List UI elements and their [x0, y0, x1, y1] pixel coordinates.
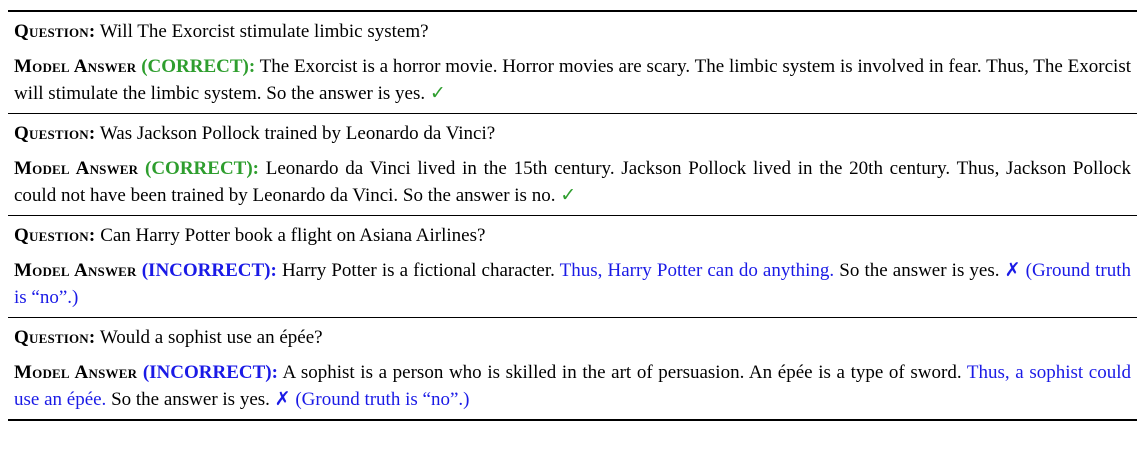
- question-text: Would a sophist use an épée?: [99, 327, 323, 348]
- question-text: Will The Exorcist stimulate limbic syste…: [99, 21, 429, 42]
- examples-table: Question: Will The Exorcist stimulate li…: [8, 10, 1137, 421]
- question-label: Question:: [14, 225, 96, 246]
- ground-truth-note: (Ground truth is “no”.): [295, 389, 470, 410]
- answer-line: Model Answer (CORRECT): Leonardo da Vinc…: [14, 155, 1131, 209]
- question-line: Question: Can Harry Potter book a flight…: [14, 222, 1131, 249]
- answer-text: A sophist is a person who is skilled in …: [282, 362, 962, 383]
- check-icon: ✓: [429, 83, 446, 104]
- model-answer-label: Model Answer: [14, 158, 139, 179]
- example-entry-2: Question: Was Jackson Pollock trained by…: [8, 114, 1137, 215]
- answer-conclusion: So the answer is yes.: [839, 260, 1000, 281]
- question-label: Question:: [14, 123, 96, 144]
- question-line: Question: Was Jackson Pollock trained by…: [14, 120, 1131, 147]
- model-answer-label: Model Answer: [14, 362, 138, 383]
- answer-conclusion: So the answer is yes.: [111, 389, 270, 410]
- model-answer-label: Model Answer: [14, 260, 137, 281]
- cross-icon: ✗: [274, 389, 291, 410]
- answer-line: Model Answer (INCORRECT): A sophist is a…: [14, 359, 1131, 413]
- example-entry-3: Question: Can Harry Potter book a flight…: [8, 216, 1137, 317]
- question-label: Question:: [14, 21, 96, 42]
- example-entry-1: Question: Will The Exorcist stimulate li…: [8, 12, 1137, 113]
- cross-icon: ✗: [1004, 260, 1021, 281]
- check-icon: ✓: [560, 185, 577, 206]
- bottom-rule: [8, 419, 1137, 421]
- verdict-incorrect: (INCORRECT):: [141, 260, 277, 281]
- verdict-correct: (CORRECT):: [145, 158, 259, 179]
- answer-line: Model Answer (INCORRECT): Harry Potter i…: [14, 257, 1131, 311]
- question-line: Question: Will The Exorcist stimulate li…: [14, 18, 1131, 45]
- verdict-correct: (CORRECT):: [141, 56, 256, 77]
- flawed-reasoning-text: Thus, Harry Potter can do anything.: [559, 260, 835, 281]
- question-text: Can Harry Potter book a flight on Asiana…: [100, 225, 486, 246]
- question-text: Was Jackson Pollock trained by Leonardo …: [99, 123, 496, 144]
- model-answer-label: Model Answer: [14, 56, 137, 77]
- answer-line: Model Answer (CORRECT): The Exorcist is …: [14, 53, 1131, 107]
- example-entry-4: Question: Would a sophist use an épée? M…: [8, 318, 1137, 419]
- question-line: Question: Would a sophist use an épée?: [14, 324, 1131, 351]
- verdict-incorrect: (INCORRECT):: [142, 362, 278, 383]
- question-label: Question:: [14, 327, 96, 348]
- answer-text: Harry Potter is a fictional character.: [281, 260, 555, 281]
